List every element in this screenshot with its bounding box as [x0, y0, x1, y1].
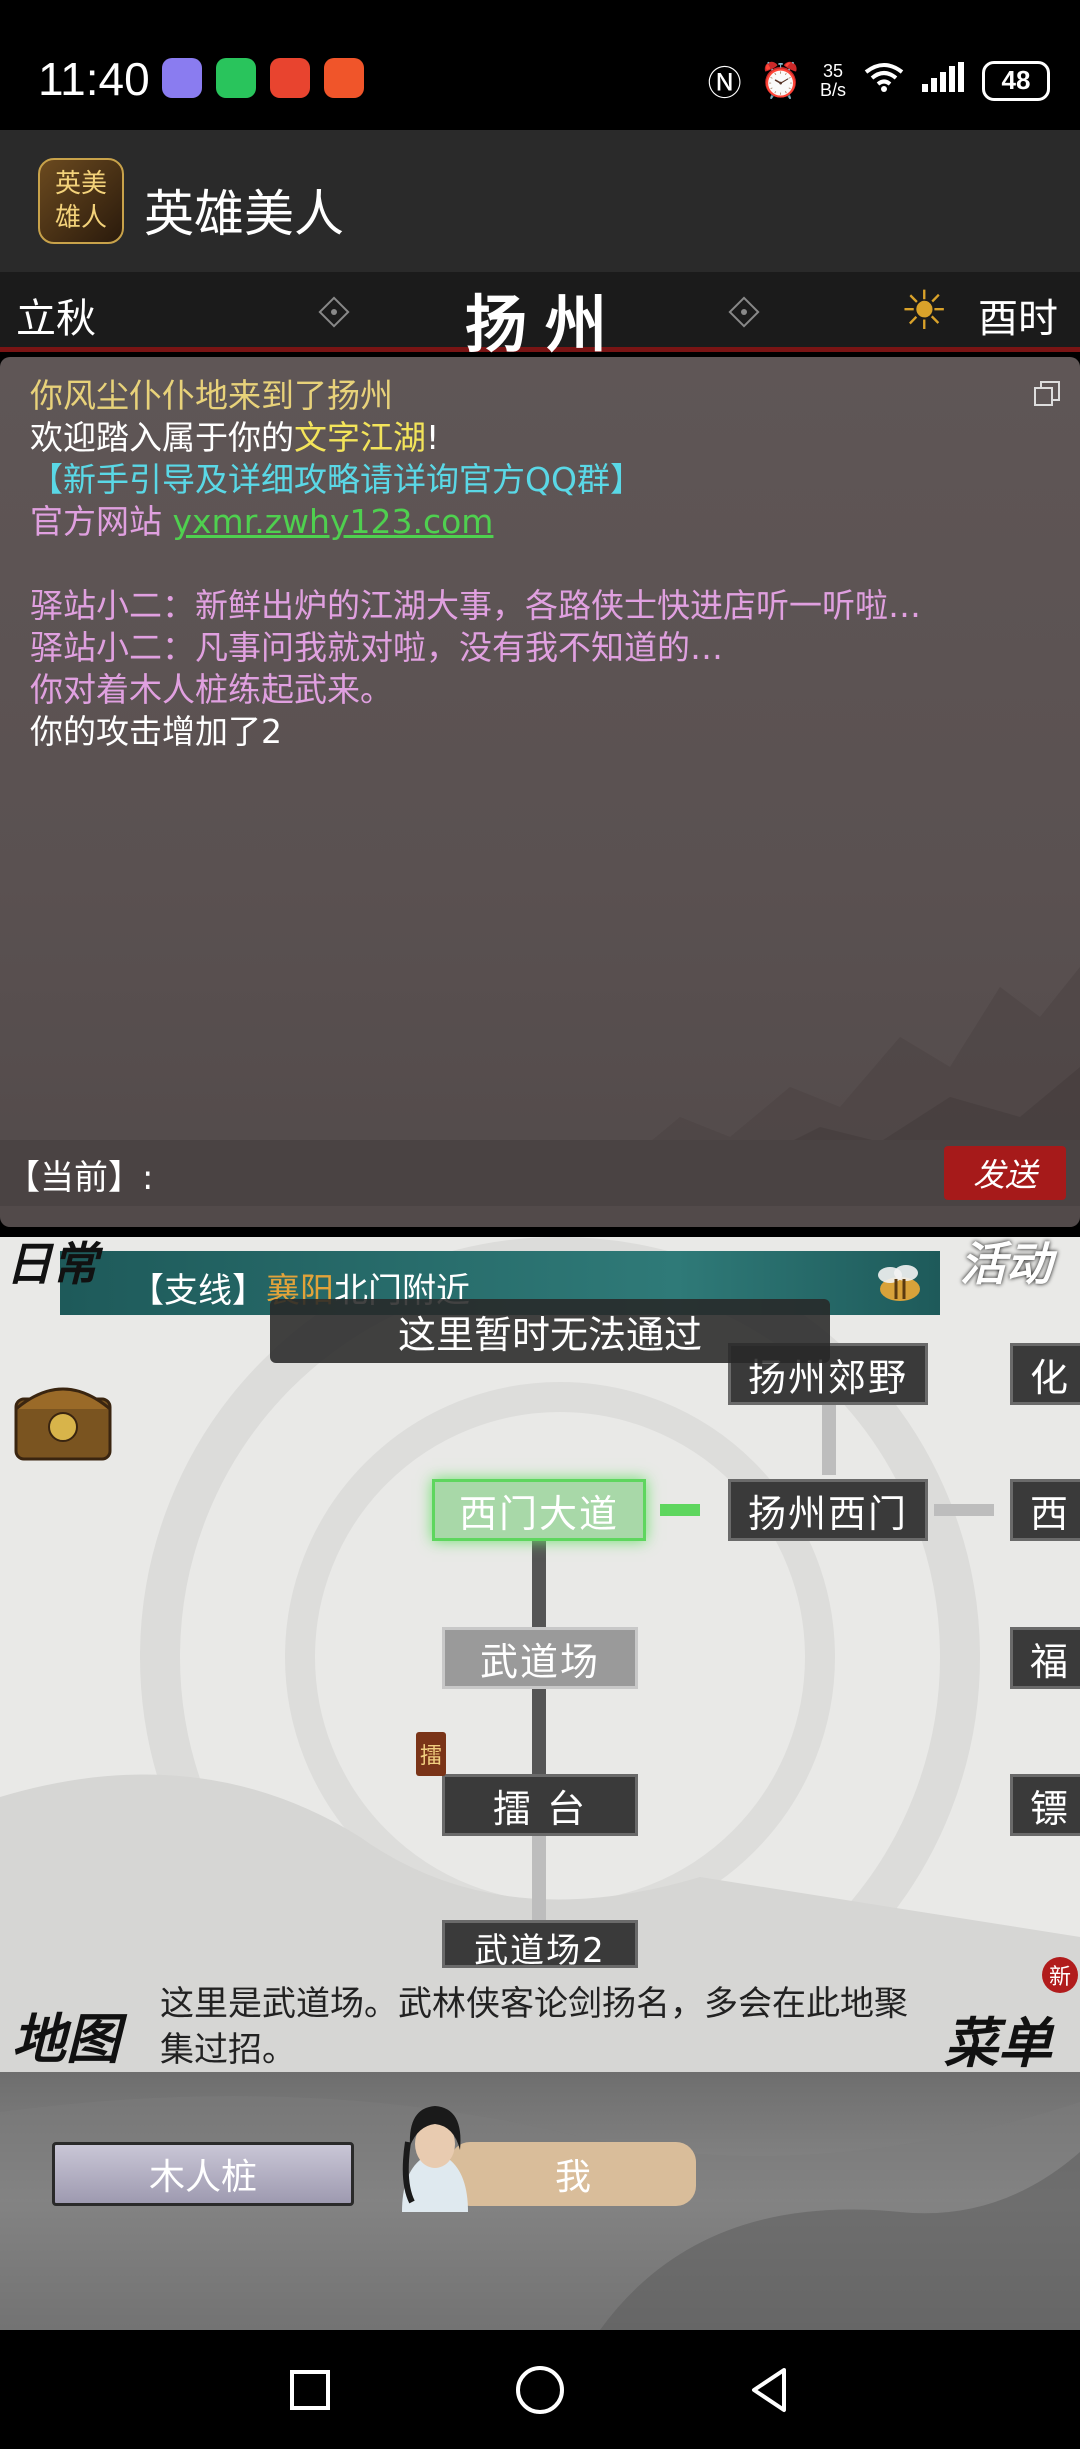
- player-avatar[interactable]: [392, 2102, 478, 2212]
- back-icon[interactable]: [738, 2358, 802, 2422]
- map-node-right-top[interactable]: 化: [1010, 1343, 1080, 1405]
- chat-input-row: 【当前】: 发送: [0, 1140, 1080, 1206]
- event-label: 活动: [960, 1237, 1052, 1291]
- app-logo[interactable]: 英美 雄人: [38, 158, 124, 244]
- status-right: Ⓝ ⏰ 35 B/s 48: [708, 56, 1050, 105]
- log-line: 【新手引导及详细攻略请详询官方QQ群】: [30, 459, 1040, 501]
- log-line: 驿站小二：新鲜出炉的江湖大事，各路侠士快进店听一听啦…: [30, 585, 1040, 627]
- log-text: 你对着木人桩练起武来。: [30, 670, 393, 709]
- recent-apps-icon[interactable]: [278, 2358, 342, 2422]
- channel-label[interactable]: 【当前】:: [6, 1150, 153, 1199]
- bee-icon[interactable]: [868, 1259, 928, 1309]
- diamond-ornament-icon: [728, 296, 760, 328]
- network-speed: 35 B/s: [819, 60, 846, 100]
- official-website-link[interactable]: yxmr.zwhy123.com: [173, 502, 494, 541]
- listen-app-icon: [270, 58, 310, 98]
- log-line: [30, 543, 1040, 585]
- wechat-icon: [216, 58, 256, 98]
- log-text: 你风尘仆仆地来到了: [30, 376, 327, 415]
- log-text: 【新手引导及详细攻略请详询官方QQ群】: [30, 460, 643, 499]
- status-time: 11:40: [38, 53, 150, 105]
- signal-icon: [922, 61, 964, 101]
- treasure-chest-icon[interactable]: [8, 1369, 118, 1469]
- system-nav-bar: [0, 2330, 1080, 2449]
- log-lines: 你风尘仆仆地来到了扬州 欢迎踏入属于你的文字江湖! 【新手引导及详细攻略请详询官方Q…: [30, 375, 1040, 753]
- log-text: 官方网站: [30, 502, 173, 541]
- daily-button[interactable]: 日常: [6, 1241, 114, 1341]
- characters-panel: 木人桩 我: [0, 2072, 1080, 2330]
- log-text: 驿站小二：凡事问我就对啦，没有我不知道的…: [30, 628, 723, 667]
- location-bar: 立秋 扬州 ☀ 酉时: [0, 272, 1080, 361]
- app-logo-text: 英美 雄人: [54, 169, 107, 233]
- map-button[interactable]: 地图: [12, 1995, 120, 2072]
- log-text: !: [426, 418, 440, 457]
- map-area: 【支线】襄阳北门附近 日常 活动 扬州郊野 化 西门大道 扬州西门 西 武道场 …: [0, 1237, 1080, 2072]
- map-node-ring[interactable]: 擂 台: [442, 1774, 638, 1836]
- player-self-button[interactable]: 我: [450, 2142, 696, 2206]
- map-path: [660, 1504, 700, 1516]
- map-node-right-3[interactable]: 福: [1010, 1627, 1080, 1689]
- log-line: 你风尘仆仆地来到了扬州: [30, 375, 1040, 417]
- log-text: 扬州: [327, 376, 393, 415]
- app-title: 英雄美人: [144, 185, 344, 243]
- alarm-icon: ⏰: [759, 60, 802, 101]
- notification-icons: [162, 58, 364, 98]
- app-title-bar: 英美 雄人 英雄美人: [0, 130, 1080, 272]
- home-icon[interactable]: [508, 2358, 572, 2422]
- battery-icon: 48: [982, 60, 1050, 101]
- map-node-right-4[interactable]: 镖: [1010, 1774, 1080, 1836]
- nfc-icon: Ⓝ: [707, 64, 742, 104]
- log-text: 你的攻击增加了2: [30, 712, 282, 751]
- ring-tag-badge: 擂: [416, 1732, 446, 1776]
- event-button[interactable]: 活动: [960, 1241, 1080, 1341]
- diamond-ornament-icon: [318, 296, 350, 328]
- map-path: [934, 1504, 994, 1516]
- chat-input[interactable]: [160, 1148, 930, 1198]
- location-description-bar: 地图 这里是武道场。武林侠客论剑扬名，多会在此地聚集过招。 菜单 新: [0, 1957, 1080, 2072]
- camera-app-icon: [162, 58, 202, 98]
- log-line: 你的攻击增加了2: [30, 711, 1040, 753]
- map-path: [822, 1395, 836, 1475]
- daily-label: 日常: [6, 1237, 98, 1291]
- location-description: 这里是武道场。武林侠客论剑扬名，多会在此地聚集过招。: [160, 1984, 908, 2070]
- wifi-icon: [864, 61, 904, 101]
- log-text: 文字江湖: [294, 418, 426, 457]
- map-node-west-road[interactable]: 西门大道: [432, 1479, 646, 1541]
- send-button[interactable]: 发送: [944, 1146, 1066, 1200]
- log-line: 你对着木人桩练起武来。: [30, 669, 1040, 711]
- menu-label: 菜单: [944, 2011, 1052, 2072]
- city-name: 扬州: [465, 288, 626, 361]
- season-label: 立秋: [16, 296, 96, 342]
- sun-icon: ☀: [900, 279, 949, 342]
- map-node-dojo[interactable]: 武道场: [442, 1627, 638, 1689]
- toast-message: 这里暂时无法通过: [270, 1299, 830, 1363]
- multi-app-icon: [324, 58, 364, 98]
- log-text: 欢迎踏入属于你的: [30, 418, 294, 457]
- time-of-day: 酉时: [978, 296, 1058, 342]
- map-node-west-gate[interactable]: 扬州西门: [728, 1479, 928, 1541]
- log-line: 官方网站 yxmr.zwhy123.com: [30, 501, 1040, 543]
- new-badge: 新: [1042, 1957, 1078, 1993]
- log-line: 驿站小二：凡事问我就对啦，没有我不知道的…: [30, 627, 1040, 669]
- message-log[interactable]: 你风尘仆仆地来到了扬州 欢迎踏入属于你的文字江湖! 【新手引导及详细攻略请详询官方Q…: [0, 357, 1080, 1227]
- mountain-painting: [620, 967, 1080, 1167]
- npc-wooden-dummy-button[interactable]: 木人桩: [52, 2142, 354, 2206]
- log-line: 欢迎踏入属于你的文字江湖!: [30, 417, 1040, 459]
- status-bar: 11:40 Ⓝ ⏰ 35 B/s 48: [0, 0, 1080, 130]
- log-text: 驿站小二：新鲜出炉的江湖大事，各路侠士快进店听一听啦…: [30, 586, 921, 625]
- map-node-right-mid[interactable]: 西: [1010, 1479, 1080, 1541]
